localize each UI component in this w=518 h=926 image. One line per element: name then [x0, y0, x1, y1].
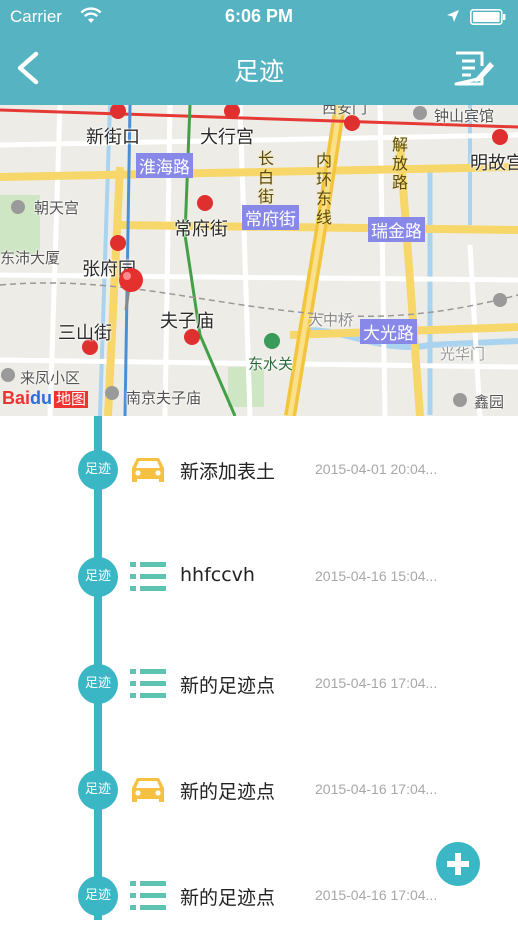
list-icon [130, 562, 166, 591]
location-arrow-icon [447, 10, 459, 22]
map-label-dongshuiguan: 东水关 [248, 355, 294, 373]
map-label-changfujie-station: 常府街 [174, 219, 228, 240]
footprint-date: 2015-04-16 17:04... [315, 781, 438, 797]
footprint-title: 新添加表土 [180, 461, 276, 483]
map-label-jiefang-road: 解放路 [392, 135, 409, 192]
map-label-zhongshan-hotel: 钟山宾馆 [434, 107, 495, 125]
map-label-fuzimiao: 夫子庙 [160, 311, 214, 332]
footprint-row[interactable]: 足迹 新的足迹点 2015-04-16 17:04... [0, 654, 518, 714]
map-label-ming-palace: 明故宫 [470, 153, 518, 174]
navigation-bar: Carrier 6:06 PM 足迹 [0, 0, 518, 105]
footprint-title: 新的足迹点 [180, 675, 276, 697]
map-label-ximen: 西安门 [322, 105, 368, 117]
map-label-changfujie-road: 常府街 [242, 205, 299, 230]
map-label-chaotiangong: 朝天宫 [34, 199, 80, 217]
footprint-title: 新的足迹点 [180, 781, 276, 803]
car-icon [132, 778, 164, 802]
map-label-guanghuamen: 光华门 [440, 345, 486, 363]
map-label-ruijin-road: 瑞金路 [368, 217, 425, 242]
footprint-row[interactable]: 足迹 新的足迹点 2015-04-16 17:04... [0, 760, 518, 820]
status-bar: Carrier 6:06 PM [0, 0, 518, 34]
battery-icon [470, 9, 506, 25]
baidu-map-logo: Baidu 地图 [2, 388, 89, 409]
map-label-laifeng: 来凤小区 [20, 369, 81, 387]
map-label-neihuan-east: 内环东线 [316, 151, 333, 227]
footprint-date: 2015-04-16 17:04... [315, 675, 438, 691]
footprint-badge: 足迹 [78, 664, 118, 704]
footprint-badge: 足迹 [78, 876, 118, 916]
footprint-date: 2015-04-16 17:04... [315, 887, 438, 903]
baidu-logo-paw: du [30, 388, 53, 408]
map-label-dongshi-building: 东沛大厦 [0, 249, 61, 267]
map-label-daguang-road: 大光路 [360, 319, 417, 344]
edit-note-icon[interactable] [452, 48, 496, 88]
map-label-nanjing-fuzimiao: 南京夫子庙 [126, 389, 202, 407]
footprint-title: 新的足迹点 [180, 887, 276, 909]
baidu-logo-text: Bai [2, 388, 31, 408]
footprint-badge: 足迹 [78, 557, 118, 597]
footprint-badge: 足迹 [78, 450, 118, 490]
car-icon [132, 458, 164, 482]
map-label-dazhongqiao: 大中桥 [308, 311, 354, 329]
map-pin-icon[interactable] [116, 267, 146, 311]
map-label-daxinggong: 大行宫 [200, 127, 254, 148]
page-title: 足迹 [233, 57, 284, 86]
map-label-xinjiekou: 新街口 [86, 127, 140, 148]
list-icon [130, 669, 166, 698]
map-label-huaihai-road: 淮海路 [136, 153, 193, 178]
add-footprint-button[interactable] [436, 842, 480, 886]
footprint-date: 2015-04-01 20:04... [315, 461, 438, 477]
map-view[interactable]: 新街口 大行宫 淮海路 长白街 内环东线 解放路 明故宫 钟山宾馆 西安门 朝天… [0, 105, 518, 416]
footprint-title: hhfccvh [180, 564, 255, 586]
map-label-sanshanjie: 三山街 [58, 323, 112, 344]
footprint-row[interactable]: 足迹 hhfccvh 2015-04-16 15:04... [0, 547, 518, 607]
clock: 6:06 PM [224, 6, 294, 26]
list-icon [130, 881, 166, 910]
baidu-logo-suffix: 地图 [54, 391, 89, 408]
footprint-row[interactable]: 足迹 新添加表土 2015-04-01 20:04... [0, 440, 518, 500]
footprint-date: 2015-04-16 15:04... [315, 568, 438, 584]
map-label-xinyuan: 鑫园 [474, 393, 505, 411]
map-label-changbai-street: 长白街 [258, 149, 275, 206]
footprint-badge: 足迹 [78, 770, 118, 810]
